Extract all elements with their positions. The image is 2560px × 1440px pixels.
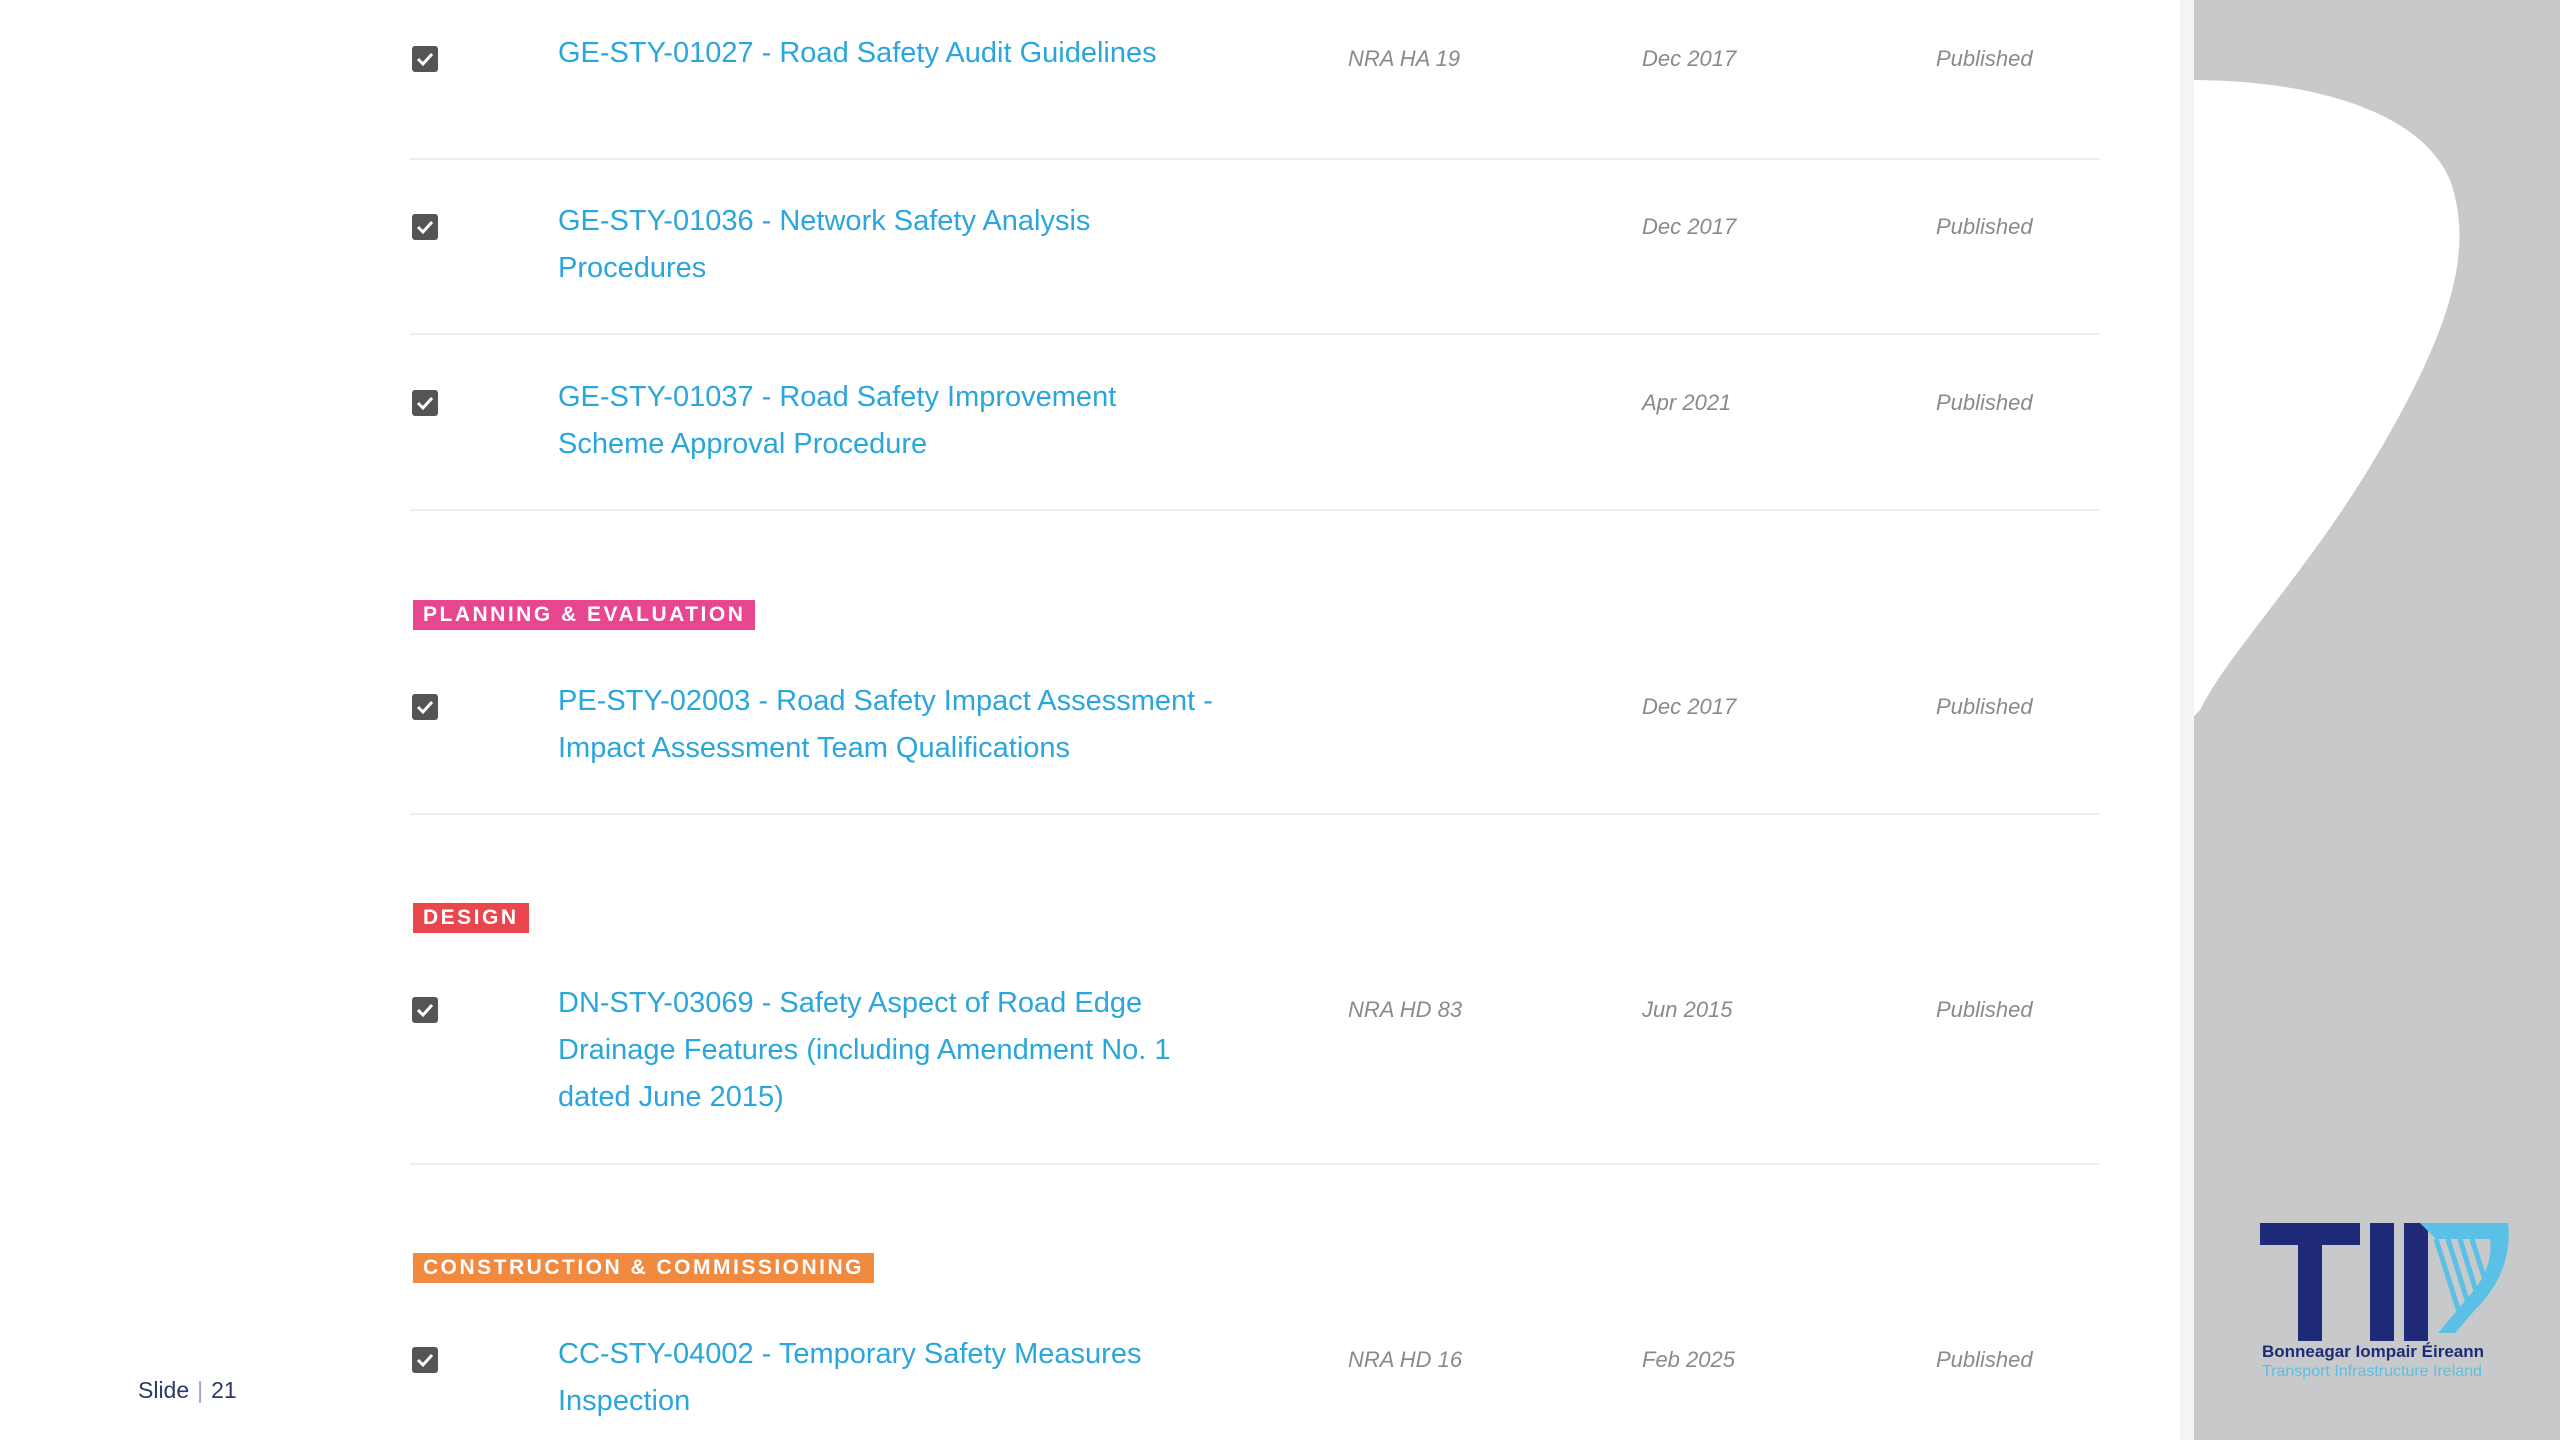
checkbox[interactable] [412,997,438,1023]
publish-date: Apr 2021 [1642,390,1732,415]
checkbox[interactable] [412,1347,438,1373]
title-line: GE-STY-01036 - Network Safety Analysis [558,205,1091,237]
logo-text-english: Transport Infrastructure Ireland [2262,1363,2482,1380]
check-icon [416,1003,434,1018]
slide-number-value: 21 [211,1377,237,1403]
check-icon [416,220,434,235]
reference-code: NRA HA 19 [1348,46,1461,71]
title-line: CC-STY-04002 - Temporary Safety Measures [558,1338,1142,1370]
table-row: GE-STY-01037 - Road Safety Improvement S… [410,335,2100,511]
standard-link[interactable]: GE-STY-01037 - Road Safety Improvement S… [558,374,1258,468]
row-divider [410,509,2100,511]
title-line: PE-STY-02003 - Road Safety Impact Assess… [558,685,1213,717]
publish-date: Dec 2017 [1642,214,1737,239]
table-row: PE-STY-02003 - Road Safety Impact Assess… [410,660,2100,815]
checkbox[interactable] [412,214,438,240]
row-divider [410,813,2100,815]
checkbox[interactable] [412,694,438,720]
status-text: Published [1936,1347,2033,1372]
title-line: GE-STY-01037 - Road Safety Improvement [558,381,1117,413]
status-text: Published [1936,390,2033,415]
status-text: Published [1936,997,2033,1022]
title-line: GE-STY-01027 - Road Safety Audit Guideli… [558,37,1157,69]
title-line: DN-STY-03069 - Safety Aspect of Road Edg… [558,987,1143,1019]
title-line: Inspection [558,1385,691,1417]
check-icon [416,52,434,67]
reference-code: NRA HD 83 [1348,997,1463,1022]
section-badge-planning: PLANNING & EVALUATION [413,600,756,630]
status-text: Published [1936,694,2033,719]
table-row: GE-STY-01036 - Network Safety Analysis P… [410,160,2100,335]
table-row: GE-STY-01027 - Road Safety Audit Guideli… [410,0,2100,160]
check-icon [416,396,434,411]
standard-link[interactable]: GE-STY-01036 - Network Safety Analysis P… [558,198,1258,292]
slide-number: Slide | 21 [138,1377,237,1403]
status-text: Published [1936,46,2033,71]
title-line: Procedures [558,252,707,284]
standard-link[interactable]: DN-STY-03069 - Safety Aspect of Road Edg… [558,980,1258,1121]
standard-link[interactable]: GE-STY-01027 - Road Safety Audit Guideli… [558,30,1258,77]
standard-link[interactable]: CC-STY-04002 - Temporary Safety Measures… [558,1331,1258,1425]
title-line: dated June 2015) [558,1081,784,1113]
publish-date: Dec 2017 [1642,694,1737,719]
status-text: Published [1936,214,2033,239]
title-line: Impact Assessment Team Qualifications [558,732,1071,764]
slide-label: Slide [138,1377,190,1403]
table-row: CC-STY-04002 - Temporary Safety Measures… [410,1310,2100,1440]
row-divider [410,1163,2100,1165]
standard-link[interactable]: PE-STY-02003 - Road Safety Impact Assess… [558,678,1318,772]
panel-edge-strip [2180,0,2194,1440]
section-badge-design: DESIGN [413,903,529,933]
checkbox[interactable] [412,46,438,72]
decorative-curve [2190,0,2460,720]
standards-list: GE-STY-01027 - Road Safety Audit Guideli… [0,0,2180,1440]
table-row: DN-STY-03069 - Safety Aspect of Road Edg… [410,960,2100,1165]
publish-date: Feb 2025 [1642,1347,1735,1372]
title-line: Scheme Approval Procedure [558,428,928,460]
check-icon [416,1353,434,1368]
check-icon [416,700,434,715]
publish-date: Jun 2015 [1642,997,1733,1022]
title-line: Drainage Features (including Amendment N… [558,1034,1171,1066]
checkbox[interactable] [412,390,438,416]
reference-code: NRA HD 16 [1348,1347,1463,1372]
section-badge-construction: CONSTRUCTION & COMMISSIONING [413,1253,874,1283]
publish-date: Dec 2017 [1642,46,1737,71]
logo-text-irish: Bonneagar Iompair Éireann [2262,1342,2484,1361]
